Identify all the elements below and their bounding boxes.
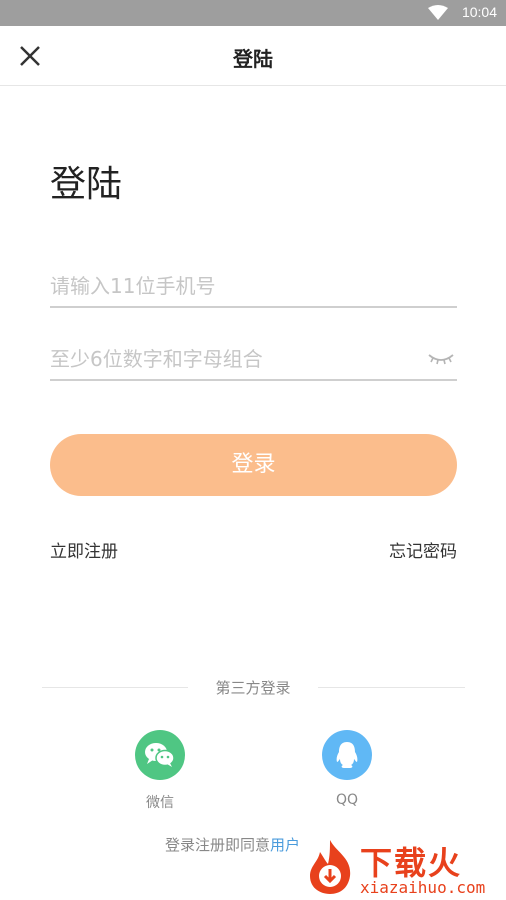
wifi-icon xyxy=(428,5,448,20)
status-bar: 10:04 xyxy=(0,0,506,26)
status-time: 10:04 xyxy=(461,4,497,20)
forgot-password-link[interactable]: 忘记密码 xyxy=(389,537,457,562)
qq-icon xyxy=(336,742,358,768)
header-title: 登陆 xyxy=(233,47,273,71)
password-field xyxy=(50,339,457,381)
page-heading: 登陆 xyxy=(50,164,123,205)
wechat-icon xyxy=(145,743,175,767)
agreement-prefix: 登录注册即同意 xyxy=(165,836,271,854)
user-agreement-link[interactable]: 用户 xyxy=(270,836,300,854)
wechat-login-button[interactable]: 微信 xyxy=(130,730,190,812)
divider-right xyxy=(318,687,465,688)
qq-login-button[interactable]: QQ xyxy=(317,730,377,808)
phone-field xyxy=(50,266,457,308)
agreement-text: 登录注册即同意用户 xyxy=(165,834,300,855)
register-link[interactable]: 立即注册 xyxy=(50,537,118,562)
phone-input[interactable] xyxy=(50,266,410,306)
wechat-icon-circle xyxy=(135,730,185,780)
qq-icon-circle xyxy=(322,730,372,780)
password-input[interactable] xyxy=(50,339,410,379)
divider-left xyxy=(42,687,188,688)
qq-label: QQ xyxy=(335,792,359,808)
watermark: 下载火 xiazaihuo.com xyxy=(302,836,502,897)
header: 登陆 xyxy=(0,26,506,86)
flame-logo-icon xyxy=(310,840,351,894)
third-party-title: 第三方登录 xyxy=(215,679,291,697)
eye-closed-icon[interactable] xyxy=(427,349,455,369)
login-button[interactable]: 登录 xyxy=(50,434,457,496)
wechat-label: 微信 xyxy=(146,795,174,811)
watermark-url: xiazaihuo.com xyxy=(360,878,486,897)
